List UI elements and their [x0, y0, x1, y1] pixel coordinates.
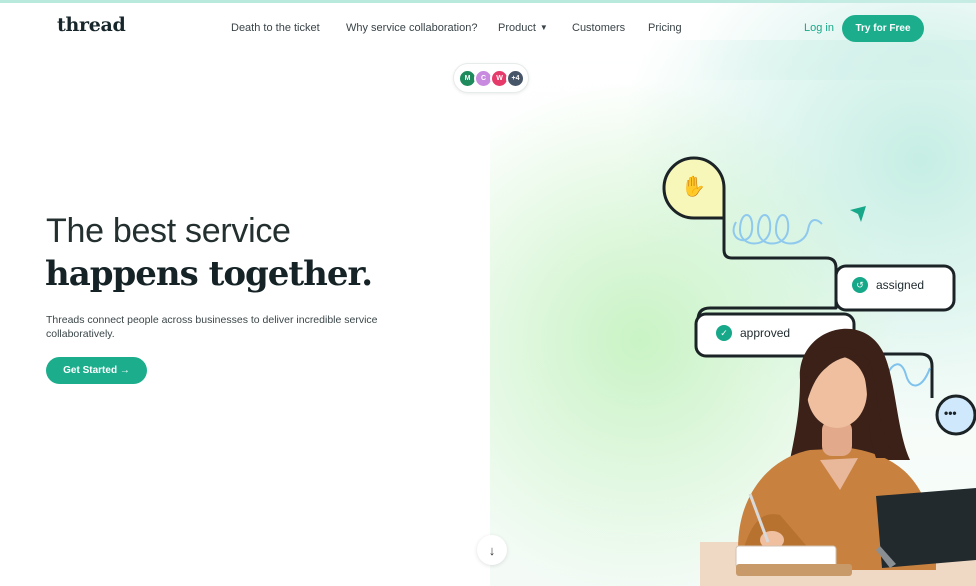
hero-photo-person: [700, 310, 976, 586]
chevron-down-icon: ▼: [539, 23, 548, 32]
get-started-button[interactable]: Get Started →: [46, 357, 147, 384]
login-link[interactable]: Log in: [804, 22, 834, 34]
nav-link-product[interactable]: Product ▼: [498, 22, 548, 34]
nav-link-customers[interactable]: Customers: [572, 22, 625, 34]
hero-heading-line-1: The best service: [46, 212, 291, 250]
arrow-down-icon: ↓: [488, 542, 496, 558]
hero-background-glow: [700, 0, 976, 80]
person-illustration: [700, 328, 976, 586]
brand-logo[interactable]: thread: [57, 14, 126, 36]
assign-arrow-icon: ↺: [852, 277, 868, 293]
hero-heading-line-2: happens together.: [45, 254, 373, 294]
nav-link-pricing[interactable]: Pricing: [648, 22, 682, 34]
assigned-label: assigned: [876, 278, 925, 292]
avatar-group: M C W +4: [453, 63, 529, 93]
nav-link-why-service-collaboration[interactable]: Why service collaboration?: [346, 22, 477, 34]
try-for-free-button[interactable]: Try for Free: [842, 15, 924, 42]
assigned-tag: ↺ assigned: [852, 270, 925, 300]
nav-link-death-to-ticket[interactable]: Death to the ticket: [231, 22, 320, 34]
scroll-down-button[interactable]: ↓: [477, 535, 507, 565]
nav-link-product-label: Product: [498, 22, 536, 34]
waving-hand-icon: ✋: [681, 176, 706, 198]
avatar-more-count: +4: [506, 69, 525, 88]
hero-subtitle: Threads connect people across businesses…: [46, 314, 378, 340]
